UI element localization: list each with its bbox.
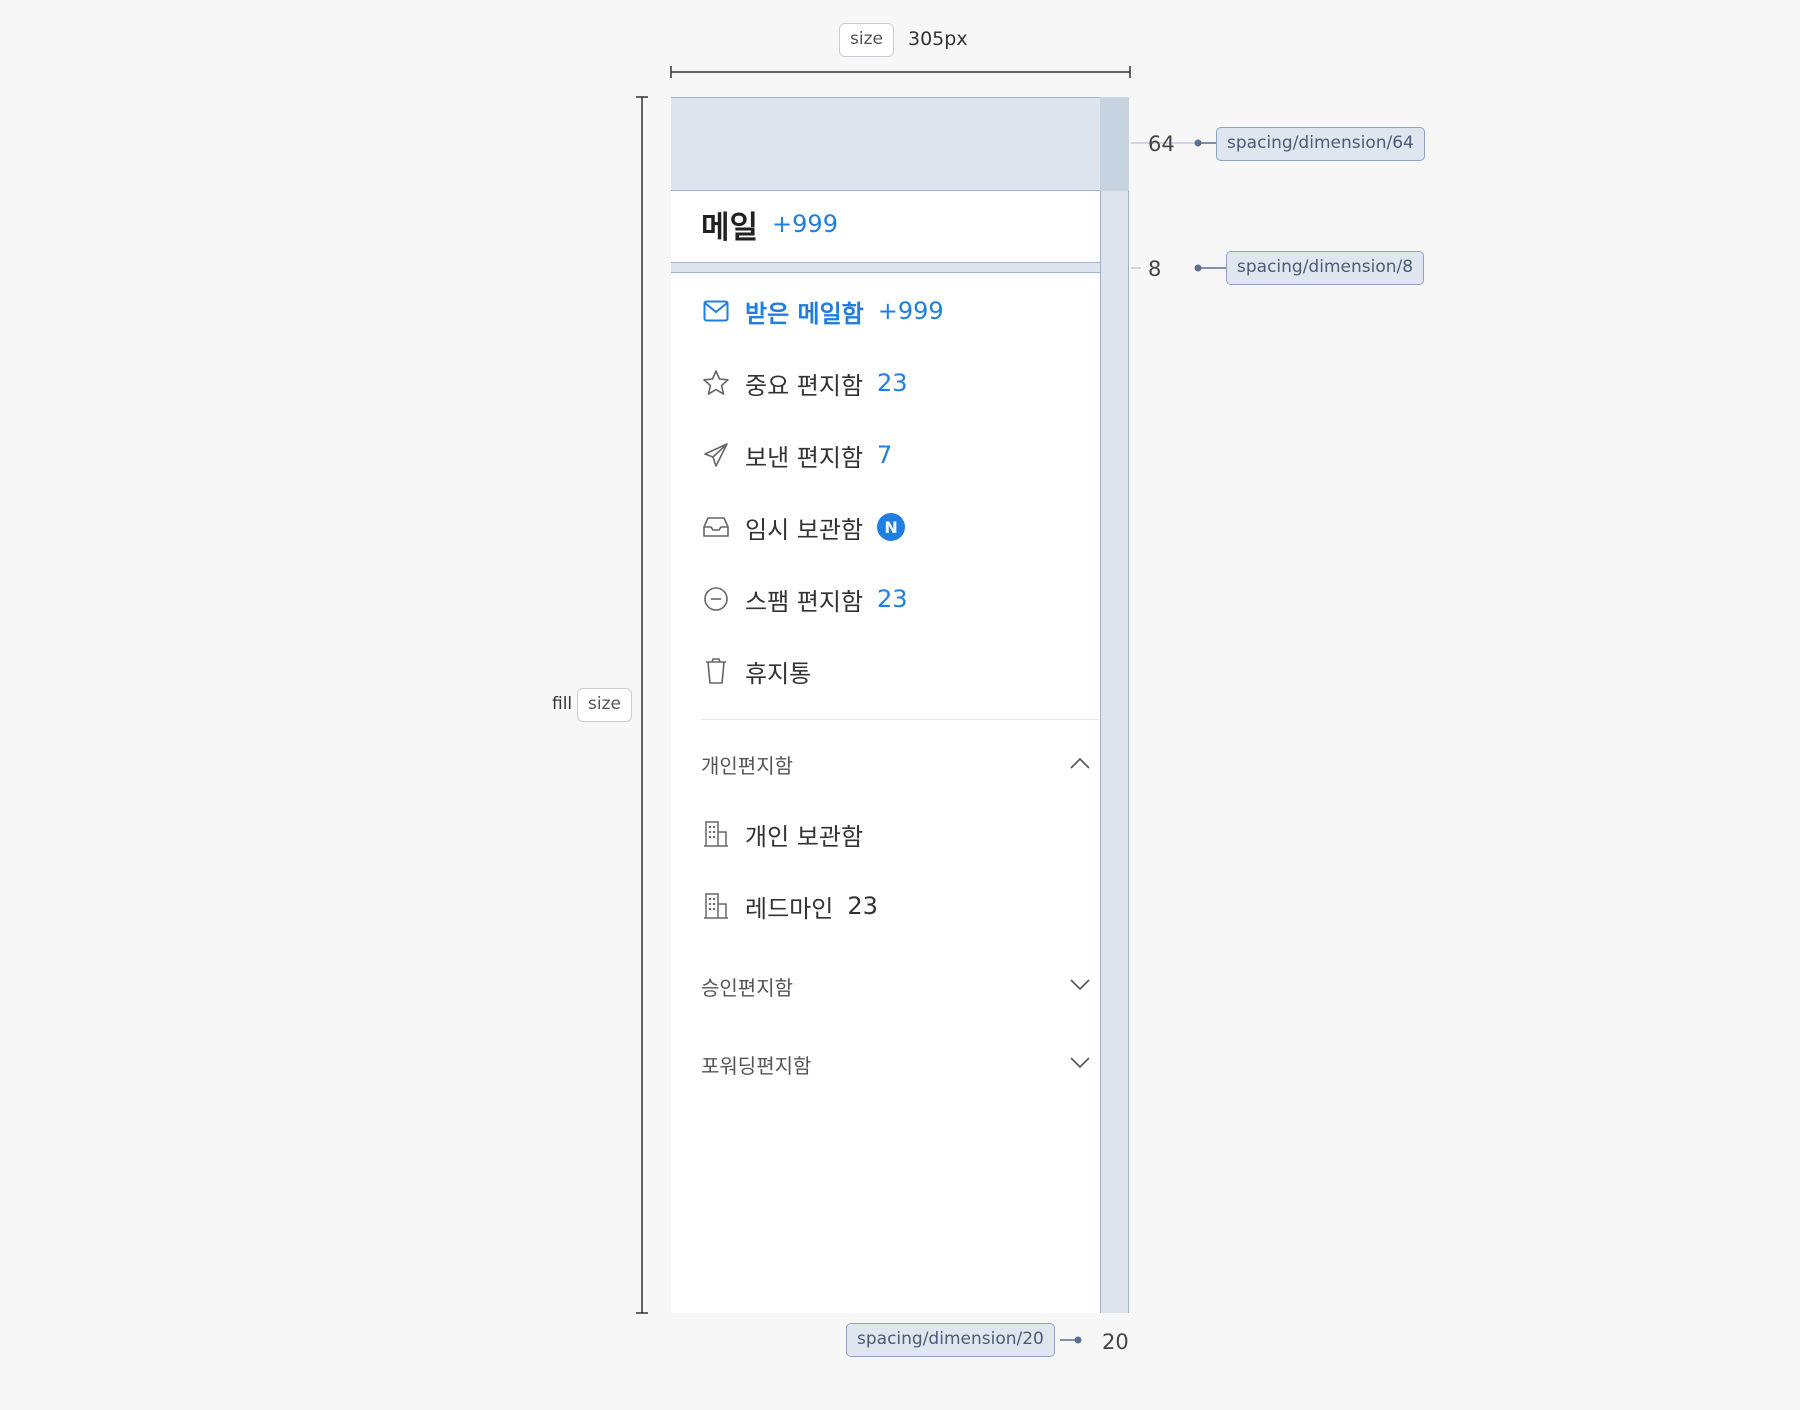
nav-item-label: 임시 보관함 (745, 515, 864, 544)
section-divider (701, 719, 1099, 720)
nav-item-label: 개인 보관함 (745, 822, 864, 851)
panel-header: 메일 +999 (701, 192, 838, 256)
section-label: 개인편지함 (701, 753, 793, 778)
width-size-tag: size (839, 23, 894, 57)
chevron-up-icon (1069, 755, 1091, 774)
nav-item-inbox[interactable]: 받은 메일함 +999 (701, 281, 1091, 341)
gap-callout-line (1131, 264, 1227, 272)
top-padding-overlay (671, 97, 1100, 191)
right-padding-overlay (1100, 97, 1129, 1313)
new-badge: N (877, 513, 906, 541)
section-label: 승인편지함 (701, 975, 793, 1000)
gap-padding-overlay (671, 262, 1100, 273)
section-approval-folders[interactable]: 승인편지함 (701, 961, 1091, 1011)
height-fill-label: fill (552, 694, 573, 714)
minus-circle-icon (701, 584, 731, 614)
gap-value: 8 (1148, 257, 1162, 281)
mail-icon (701, 296, 731, 326)
width-value-label: 305px (908, 28, 968, 50)
mail-sidebar-panel: 메일 +999 받은 메일함 +999 중요 편지함 23 보낸 편지함 7 임… (671, 97, 1100, 1313)
panel-title-count: +999 (772, 210, 838, 238)
trash-icon (701, 656, 731, 686)
nav-item-count: 23 (847, 892, 878, 920)
section-personal-folders[interactable]: 개인편지함 (701, 739, 1091, 789)
nav-item-label: 레드마인 (745, 894, 834, 923)
right-padding-token: spacing/dimension/20 (846, 1323, 1055, 1357)
nav-item-important[interactable]: 중요 편지함 23 (701, 353, 1091, 413)
nav-item-count: 23 (877, 585, 908, 613)
nav-item-spam[interactable]: 스팸 편지함 23 (701, 569, 1091, 629)
nav-item-count: 23 (877, 369, 908, 397)
nav-item-count: 7 (877, 441, 893, 469)
gap-token: spacing/dimension/8 (1226, 251, 1425, 285)
send-icon (701, 440, 731, 470)
top-padding-token: spacing/dimension/64 (1216, 127, 1425, 161)
nav-item-redmine[interactable]: 레드마인 23 (701, 876, 1091, 936)
width-dimension-line (670, 66, 1131, 78)
right-padding-callout-line (1060, 1336, 1082, 1344)
top-padding-value: 64 (1148, 132, 1175, 156)
height-size-tag: size (577, 688, 632, 722)
section-forwarding-folders[interactable]: 포워딩편지함 (701, 1039, 1091, 1089)
panel-title: 메일 (701, 209, 759, 246)
building-icon (701, 891, 731, 921)
nav-item-count: +999 (877, 297, 944, 325)
nav-item-label: 보낸 편지함 (745, 443, 864, 472)
inbox-tray-icon (701, 512, 731, 542)
right-padding-corner-overlay (1100, 97, 1129, 191)
star-icon (701, 368, 731, 398)
nav-item-label: 중요 편지함 (745, 371, 864, 400)
chevron-down-icon (1069, 977, 1091, 996)
nav-item-personal-storage[interactable]: 개인 보관함 (701, 804, 1091, 864)
nav-item-drafts[interactable]: 임시 보관함 N (701, 497, 1091, 557)
nav-item-label: 스팸 편지함 (745, 587, 864, 616)
nav-item-sent[interactable]: 보낸 편지함 7 (701, 425, 1091, 485)
building-icon (701, 819, 731, 849)
right-padding-value: 20 (1102, 1330, 1129, 1354)
height-dimension-line (636, 96, 648, 1314)
chevron-down-icon (1069, 1055, 1091, 1074)
nav-item-trash[interactable]: 휴지통 (701, 641, 1091, 701)
nav-item-label: 휴지통 (745, 659, 812, 688)
nav-item-label: 받은 메일함 (745, 299, 864, 328)
section-label: 포워딩편지함 (701, 1053, 812, 1078)
